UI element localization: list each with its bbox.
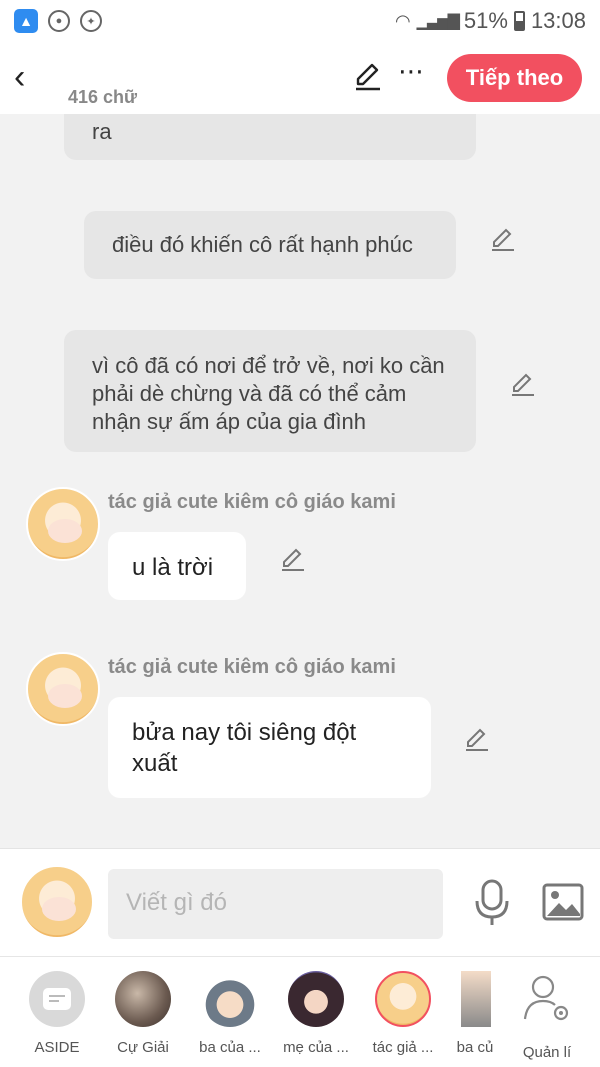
narration-text: vì cô đã có nơi để trở về, nơi ko cần ph… bbox=[92, 353, 445, 434]
battery-percent: 51% bbox=[463, 8, 508, 33]
character-avatar bbox=[202, 971, 258, 1027]
character-tac-gia[interactable]: tác giả ... bbox=[358, 971, 448, 1056]
dialogue-text: u là trời bbox=[132, 554, 214, 581]
status-bar: ▲ ● ✦ ◠ ▁▃▅▇ 51% 13:08 bbox=[0, 0, 600, 42]
avatar[interactable] bbox=[26, 652, 100, 726]
character-label: ASIDE bbox=[34, 1039, 80, 1056]
next-button[interactable]: Tiếp theo bbox=[447, 54, 582, 102]
character-label: ba củ bbox=[456, 1039, 494, 1056]
current-character-avatar[interactable] bbox=[20, 865, 94, 939]
edit-message-icon[interactable] bbox=[462, 724, 492, 754]
narration-bubble[interactable]: điều đó khiến cô rất hạnh phúc bbox=[84, 211, 456, 279]
microphone-icon[interactable] bbox=[474, 879, 510, 927]
more-options-icon[interactable]: ⋯ bbox=[398, 56, 425, 87]
character-bar: ASIDE Cự Giải ba của ... mẹ của ... tác … bbox=[0, 956, 600, 1067]
character-label: mẹ của ... bbox=[283, 1039, 349, 1056]
word-count: 416 chữ bbox=[68, 87, 138, 107]
character-label: ba của ... bbox=[199, 1039, 261, 1056]
image-icon[interactable] bbox=[542, 883, 584, 921]
character-avatar bbox=[375, 971, 431, 1027]
account-icon: ● bbox=[48, 10, 70, 32]
edit-message-icon[interactable] bbox=[508, 369, 538, 399]
story-chat[interactable]: ra điều đó khiến cô rất hạnh phúc vì cô … bbox=[0, 114, 600, 848]
wifi-icon: ◠ bbox=[394, 10, 411, 31]
narration-text: điều đó khiến cô rất hạnh phúc bbox=[112, 232, 413, 257]
character-ba[interactable]: ba của ... bbox=[185, 971, 275, 1056]
dialogue-bubble[interactable]: bửa nay tôi siêng đột xuất bbox=[108, 697, 431, 798]
battery-icon bbox=[513, 11, 525, 31]
character-ba-cu[interactable]: ba củ bbox=[445, 971, 505, 1056]
rocket-icon: ▲ bbox=[14, 9, 38, 33]
character-label: tác giả ... bbox=[372, 1039, 434, 1056]
edit-message-icon[interactable] bbox=[278, 544, 308, 574]
speaker-name: tác giả cute kiêm cô giáo kami bbox=[108, 656, 396, 678]
composer: Viết gì đó bbox=[0, 848, 600, 956]
character-label: Quản lí bbox=[522, 1044, 572, 1061]
edit-message-icon[interactable] bbox=[488, 224, 518, 254]
manage-characters-button[interactable]: Quản lí bbox=[502, 971, 592, 1061]
avatar[interactable] bbox=[26, 487, 100, 561]
narration-bubble[interactable]: ra bbox=[64, 114, 476, 160]
character-label: Cự Giải bbox=[117, 1039, 169, 1056]
dialogue-text: bửa nay tôi siêng đột xuất bbox=[132, 719, 357, 777]
speaker-name: tác giả cute kiêm cô giáo kami bbox=[108, 491, 396, 513]
narration-bubble[interactable]: vì cô đã có nơi để trở về, nơi ko cần ph… bbox=[64, 330, 476, 452]
character-avatar bbox=[461, 971, 491, 1027]
compass-icon: ✦ bbox=[80, 10, 102, 32]
character-aside[interactable]: ASIDE bbox=[12, 971, 102, 1056]
character-cu-giai[interactable]: Cự Giải bbox=[98, 971, 188, 1056]
edit-icon[interactable] bbox=[352, 60, 384, 92]
narration-text: ra bbox=[92, 119, 112, 144]
back-arrow-icon[interactable]: ‹ bbox=[14, 58, 25, 97]
dialogue-bubble[interactable]: u là trời bbox=[108, 532, 246, 600]
message-input[interactable]: Viết gì đó bbox=[108, 869, 443, 939]
clock: 13:08 bbox=[530, 8, 586, 33]
character-avatar bbox=[288, 971, 344, 1027]
aside-icon bbox=[29, 971, 85, 1027]
character-avatar bbox=[115, 971, 171, 1027]
top-bar: ‹ 416 chữ ⋯ Tiếp theo bbox=[0, 42, 600, 114]
signal-icon: ▁▃▅▇ bbox=[416, 13, 460, 30]
character-me[interactable]: mẹ của ... bbox=[271, 971, 361, 1056]
user-settings-icon bbox=[523, 975, 569, 1021]
